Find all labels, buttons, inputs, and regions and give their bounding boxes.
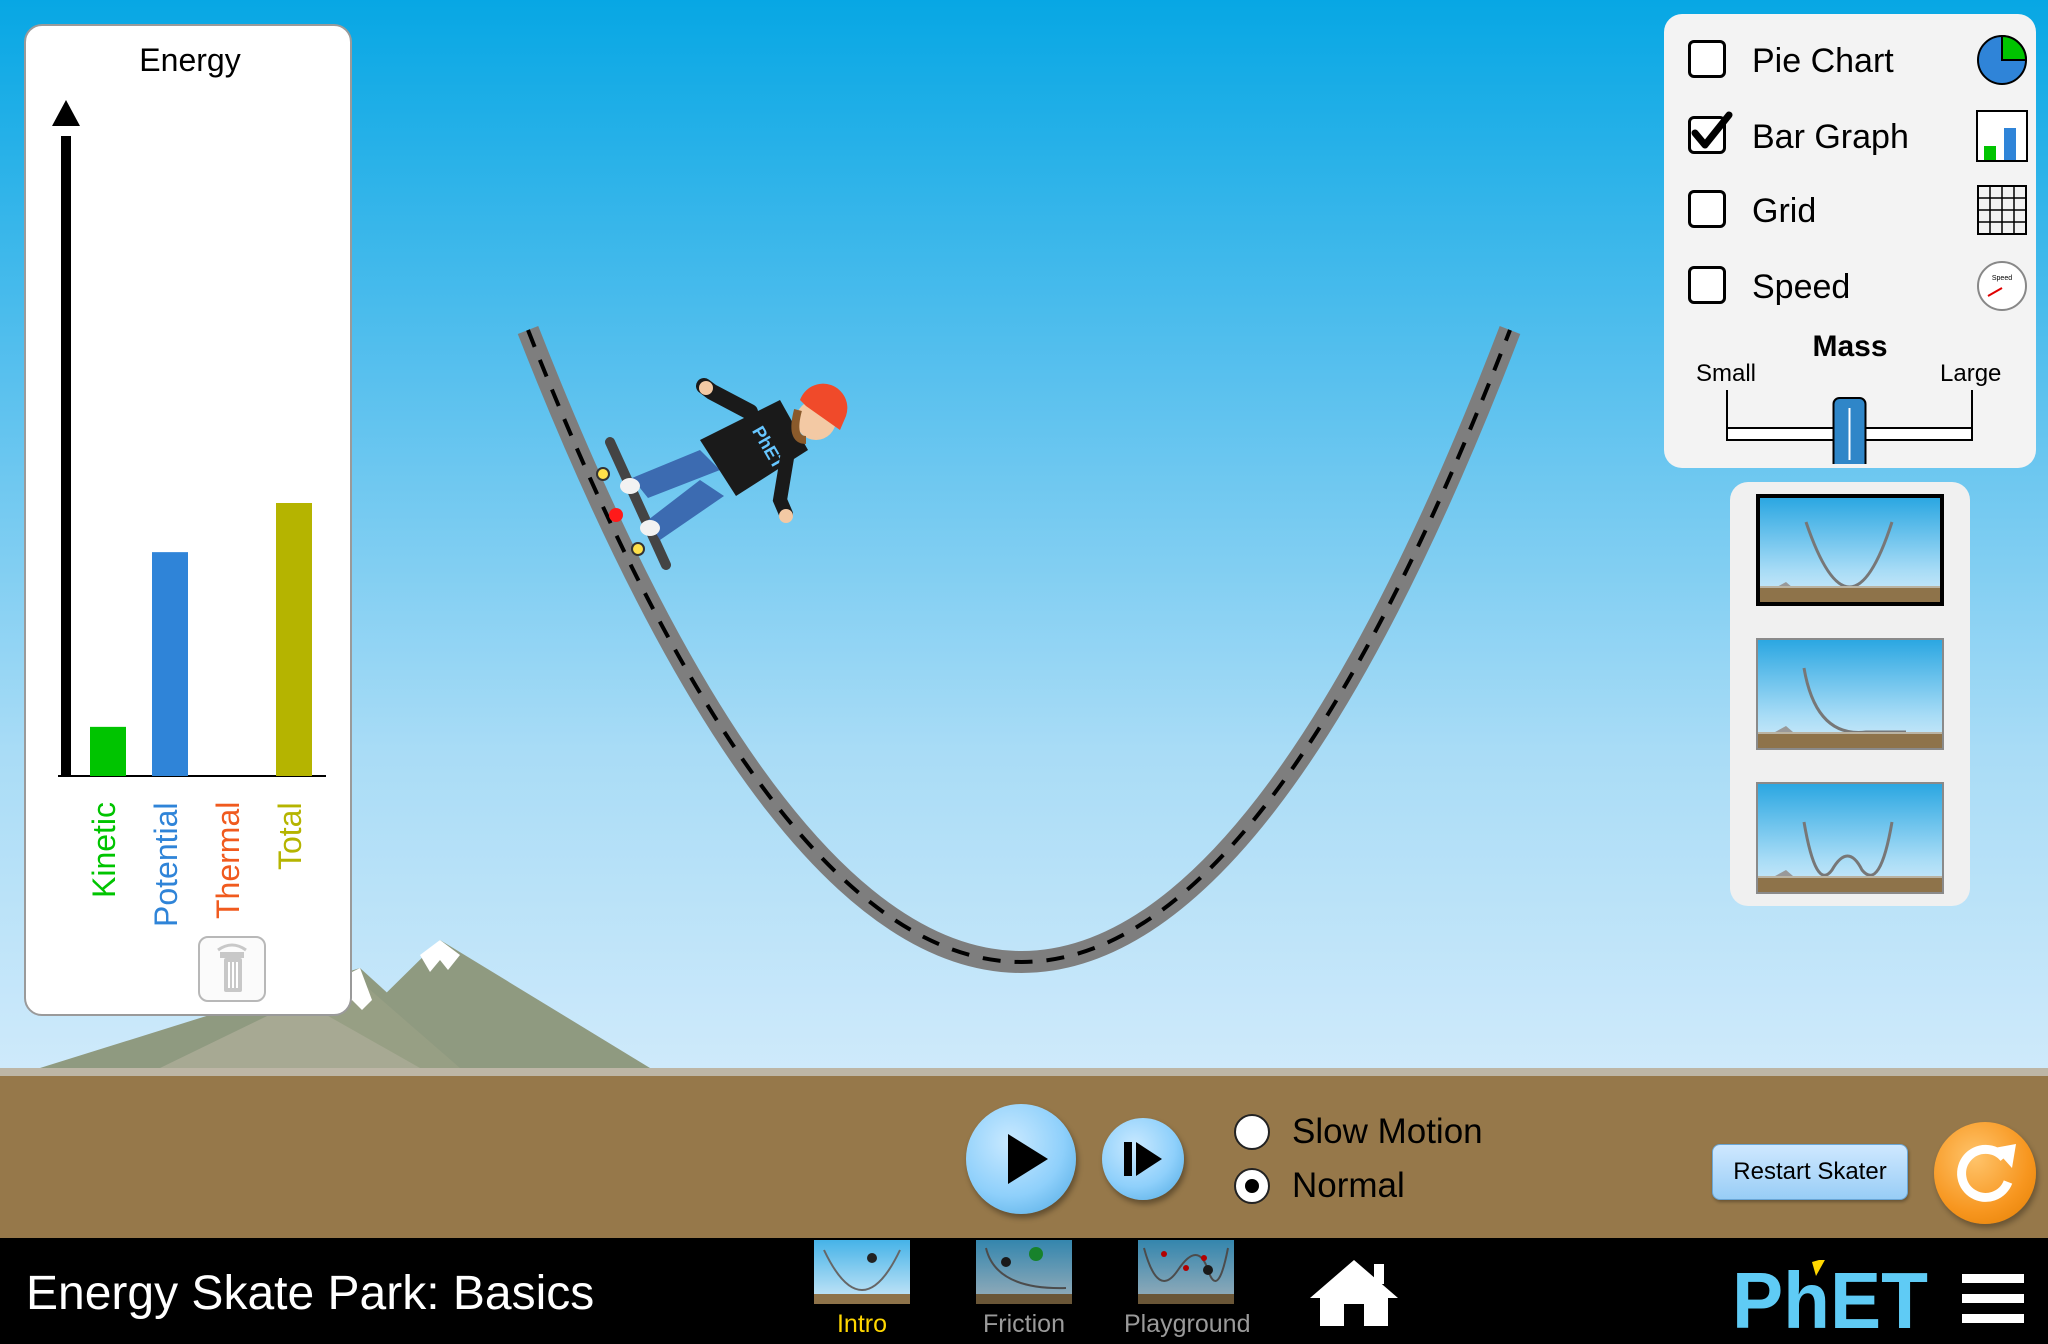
energy-bar-total: [276, 503, 312, 776]
play-icon: [1008, 1134, 1048, 1184]
intro-screen-icon: [814, 1240, 910, 1304]
checkmark-icon: [1691, 111, 1733, 149]
friction-tab-label: Friction: [983, 1310, 1065, 1338]
grid-option[interactable]: Grid: [1688, 184, 2027, 236]
step-forward-icon: [1124, 1142, 1162, 1176]
energy-bar-graph: [52, 100, 326, 777]
bar-graph-option[interactable]: Bar Graph: [1688, 110, 2028, 162]
track-option-double-well[interactable]: [1756, 782, 1944, 894]
menu-icon[interactable]: [1962, 1274, 2024, 1324]
step-forward-button[interactable]: [1102, 1118, 1184, 1200]
slow-motion-label: Slow Motion: [1292, 1112, 1483, 1151]
energy-bar-label-potential: Potential: [148, 802, 184, 927]
skater[interactable]: PhET: [596, 378, 848, 570]
bar-graph-checkbox[interactable]: [1688, 111, 1733, 154]
sim-speed-radio-group: Slow Motion Normal: [1234, 1112, 1534, 1224]
speed-label: Speed: [1752, 268, 1851, 306]
playground-tab-label: Playground: [1124, 1310, 1251, 1338]
phet-logo[interactable]: PhET: [1730, 1260, 1930, 1336]
normal-speed-radio[interactable]: [1234, 1168, 1270, 1204]
mass-title: Mass: [1812, 330, 1888, 363]
mass-slider-thumb[interactable]: [1832, 397, 1867, 464]
energy-bar-kinetic: [90, 726, 126, 776]
energy-bar-graph-panel: Energy Kinetic Potential Thermal Total: [24, 24, 352, 1016]
pie-chart-icon: [1977, 34, 2028, 85]
normal-speed-label: Normal: [1292, 1166, 1405, 1205]
track-option-ramp[interactable]: [1756, 638, 1944, 750]
speed-option[interactable]: Speed Speed: [1688, 260, 2027, 312]
pie-chart-checkbox[interactable]: [1688, 40, 1726, 78]
energy-bar-label-total: Total: [272, 802, 308, 870]
bar-graph-label: Bar Graph: [1752, 118, 1909, 156]
playground-screen-icon: [1138, 1240, 1234, 1304]
restart-skater-button[interactable]: Restart Skater: [1712, 1144, 1908, 1200]
slow-motion-option[interactable]: Slow Motion: [1234, 1112, 1534, 1158]
pie-chart-label: Pie Chart: [1752, 42, 1894, 80]
skate-track[interactable]: [517, 325, 1521, 973]
track-selection-panel: [1730, 482, 1970, 906]
sim-title: Energy Skate Park: Basics: [26, 1267, 595, 1320]
bar-graph-icon: [1976, 110, 2028, 162]
energy-bar-label-kinetic: Kinetic: [86, 801, 122, 898]
intro-tab-label: Intro: [836, 1310, 888, 1338]
mass-slider[interactable]: [1664, 374, 2036, 464]
energy-bar-potential: [152, 552, 188, 776]
speedometer-icon-text: Speed: [1992, 275, 2012, 282]
phet-logo-text: PhET: [1732, 1260, 1928, 1336]
track-option-parabola[interactable]: [1756, 494, 1944, 606]
home-icon[interactable]: [1308, 1256, 1400, 1328]
reset-all-button[interactable]: [1934, 1122, 2036, 1224]
friction-screen-icon: [976, 1240, 1072, 1304]
trash-icon: [217, 943, 247, 992]
reset-icon: [1957, 1144, 2016, 1202]
clear-thermal-button[interactable]: [198, 936, 266, 1002]
slow-motion-radio[interactable]: [1234, 1114, 1270, 1150]
energy-axis-arrow: [52, 100, 80, 126]
display-options-panel: Pie Chart Bar Graph Grid Speed Speed Mas…: [1664, 14, 2036, 468]
energy-bar-label-thermal: Thermal: [210, 801, 246, 919]
grid-checkbox[interactable]: [1688, 190, 1726, 228]
navigation-bar: Energy Skate Park: Basics Intro Friction…: [0, 1238, 2048, 1344]
speedometer-icon: Speed: [1977, 261, 2027, 311]
grid-label: Grid: [1752, 192, 1817, 230]
pie-chart-option[interactable]: Pie Chart: [1688, 34, 2028, 86]
play-pause-button[interactable]: [966, 1104, 1076, 1214]
grid-icon: [1977, 185, 2027, 235]
normal-speed-option[interactable]: Normal: [1234, 1166, 1534, 1212]
speed-checkbox[interactable]: [1688, 266, 1726, 304]
